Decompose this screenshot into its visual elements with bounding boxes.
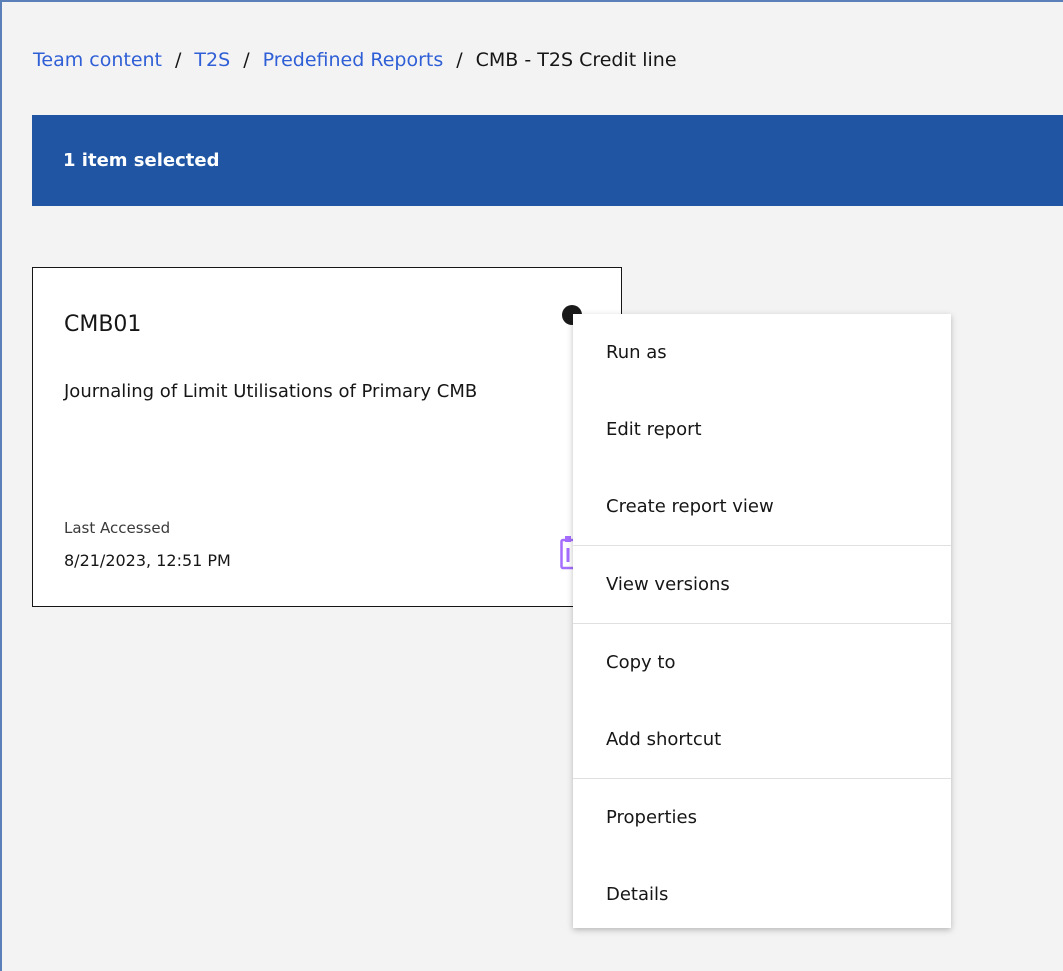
- last-accessed-label: Last Accessed: [64, 519, 171, 537]
- menu-item-create-report-view[interactable]: Create report view: [573, 468, 951, 545]
- breadcrumb-separator: /: [456, 49, 463, 71]
- context-menu: Run as Edit report Create report view Vi…: [573, 314, 951, 928]
- menu-item-add-shortcut[interactable]: Add shortcut: [573, 701, 951, 778]
- breadcrumb-link-predefined-reports[interactable]: Predefined Reports: [263, 49, 444, 71]
- last-accessed-value: 8/21/2023, 12:51 PM: [64, 551, 231, 570]
- breadcrumb: Team content / T2S / Predefined Reports …: [33, 49, 677, 71]
- menu-item-edit-report[interactable]: Edit report: [573, 391, 951, 468]
- report-card[interactable]: CMB01 Journaling of Limit Utilisations o…: [32, 267, 622, 607]
- breadcrumb-separator: /: [243, 49, 250, 71]
- selection-bar: 1 item selected: [32, 115, 1063, 206]
- menu-item-properties[interactable]: Properties: [573, 779, 951, 856]
- menu-item-copy-to[interactable]: Copy to: [573, 624, 951, 701]
- menu-item-run-as[interactable]: Run as: [573, 314, 951, 391]
- selection-count: 1 item selected: [63, 150, 220, 171]
- card-description: Journaling of Limit Utilisations of Prim…: [64, 381, 478, 402]
- breadcrumb-link-t2s[interactable]: T2S: [194, 49, 230, 71]
- app-frame: Team content / T2S / Predefined Reports …: [0, 0, 1063, 971]
- menu-item-details[interactable]: Details: [573, 856, 951, 933]
- breadcrumb-separator: /: [175, 49, 182, 71]
- breadcrumb-current: CMB - T2S Credit line: [475, 49, 677, 71]
- card-title: CMB01: [64, 312, 142, 337]
- menu-item-view-versions[interactable]: View versions: [573, 546, 951, 623]
- breadcrumb-link-team-content[interactable]: Team content: [33, 49, 162, 71]
